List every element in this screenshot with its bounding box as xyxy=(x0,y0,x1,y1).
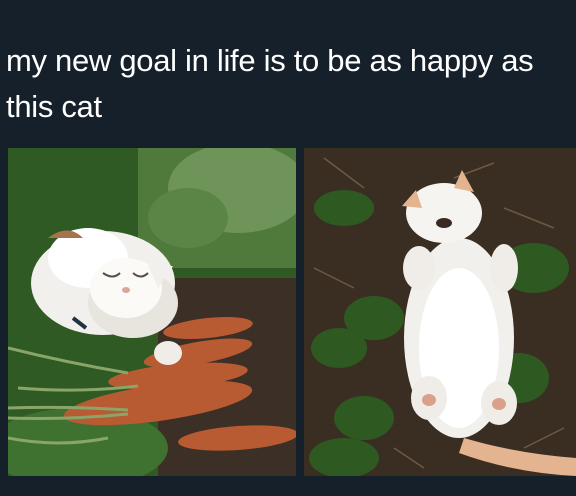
caption-line-1: my new goal in life is to be as happy as xyxy=(6,43,534,78)
meme-post: my new goal in life is to be as happy as… xyxy=(0,0,576,496)
caption: my new goal in life is to be as happy as… xyxy=(6,38,572,130)
photo-cat-on-carrots-image xyxy=(8,148,296,476)
caption-line-2: this cat xyxy=(6,89,102,124)
photo-cat-on-back-image xyxy=(304,148,576,476)
photo-cat-on-carrots xyxy=(8,148,296,476)
photo-cat-on-back xyxy=(304,148,576,476)
